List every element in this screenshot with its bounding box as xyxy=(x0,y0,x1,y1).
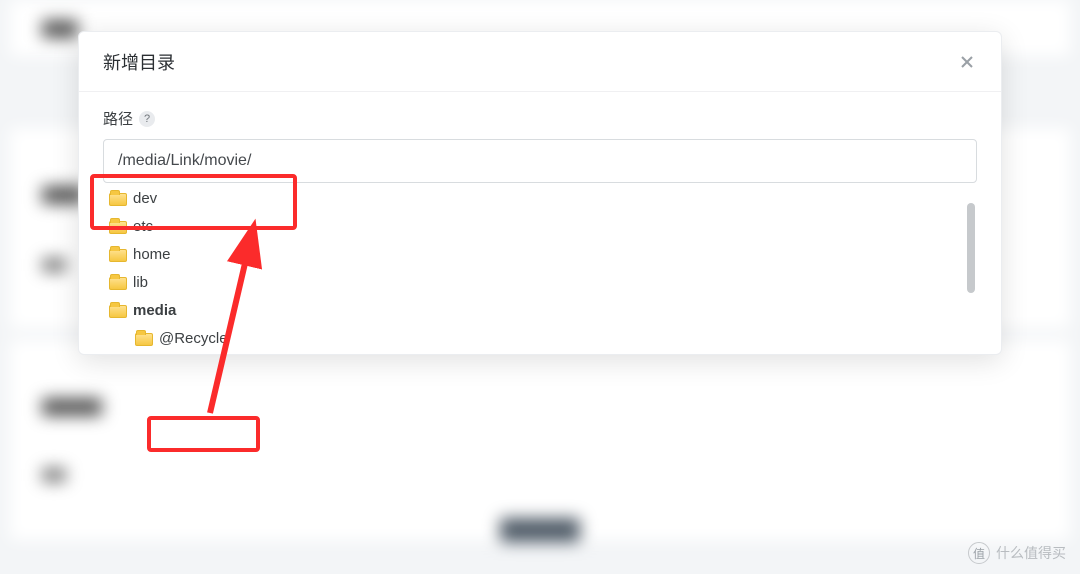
tree-item-dev-0[interactable]: dev xyxy=(109,185,969,213)
tree-item-media-4[interactable]: media xyxy=(109,297,969,325)
watermark-badge: 值 xyxy=(968,542,990,564)
watermark-text: 什么值得买 xyxy=(996,543,1066,563)
dialog-title: 新增目录 xyxy=(103,49,175,75)
tree-item-label: @Recycle xyxy=(159,327,228,351)
help-icon[interactable]: ? xyxy=(139,111,155,127)
folder-icon xyxy=(109,277,127,290)
close-button[interactable] xyxy=(957,52,977,72)
folder-icon xyxy=(109,305,127,318)
path-label-text: 路径 xyxy=(103,108,133,129)
dialog-body: 路径 ? devetchomelibmedia@RecycleLinkmovie… xyxy=(79,92,1001,354)
tree-item-label: home xyxy=(133,243,171,267)
path-input[interactable] xyxy=(118,152,962,170)
tree-item-recycle-5[interactable]: @Recycle xyxy=(109,325,969,353)
path-label: 路径 ? xyxy=(103,108,977,129)
close-icon xyxy=(959,54,975,70)
add-directory-dialog: 新增目录 路径 ? dev etc home lib media @Recycle Link… xyxy=(78,31,1002,355)
folder-icon xyxy=(109,221,127,234)
tree-item-label: etc xyxy=(133,215,153,239)
tree-item-link-6[interactable]: Link xyxy=(109,353,969,354)
folder-icon xyxy=(109,249,127,262)
tree-item-home-2[interactable]: home xyxy=(109,241,969,269)
tree-item-etc-1[interactable]: etc xyxy=(109,213,969,241)
tree-item-label: media xyxy=(133,299,176,323)
watermark: 值 什么值得买 xyxy=(968,542,1066,564)
scrollbar-thumb[interactable] xyxy=(967,203,975,293)
dialog-header: 新增目录 xyxy=(79,32,1001,92)
folder-icon xyxy=(109,193,127,206)
tree-item-label: lib xyxy=(133,271,148,295)
tree-item-label: dev xyxy=(133,187,157,211)
tree-item-lib-3[interactable]: lib xyxy=(109,269,969,297)
path-input-container[interactable] xyxy=(103,139,977,183)
folder-icon xyxy=(135,333,153,346)
folder-tree[interactable]: devetchomelibmedia@RecycleLinkmovietvmov… xyxy=(103,183,977,354)
